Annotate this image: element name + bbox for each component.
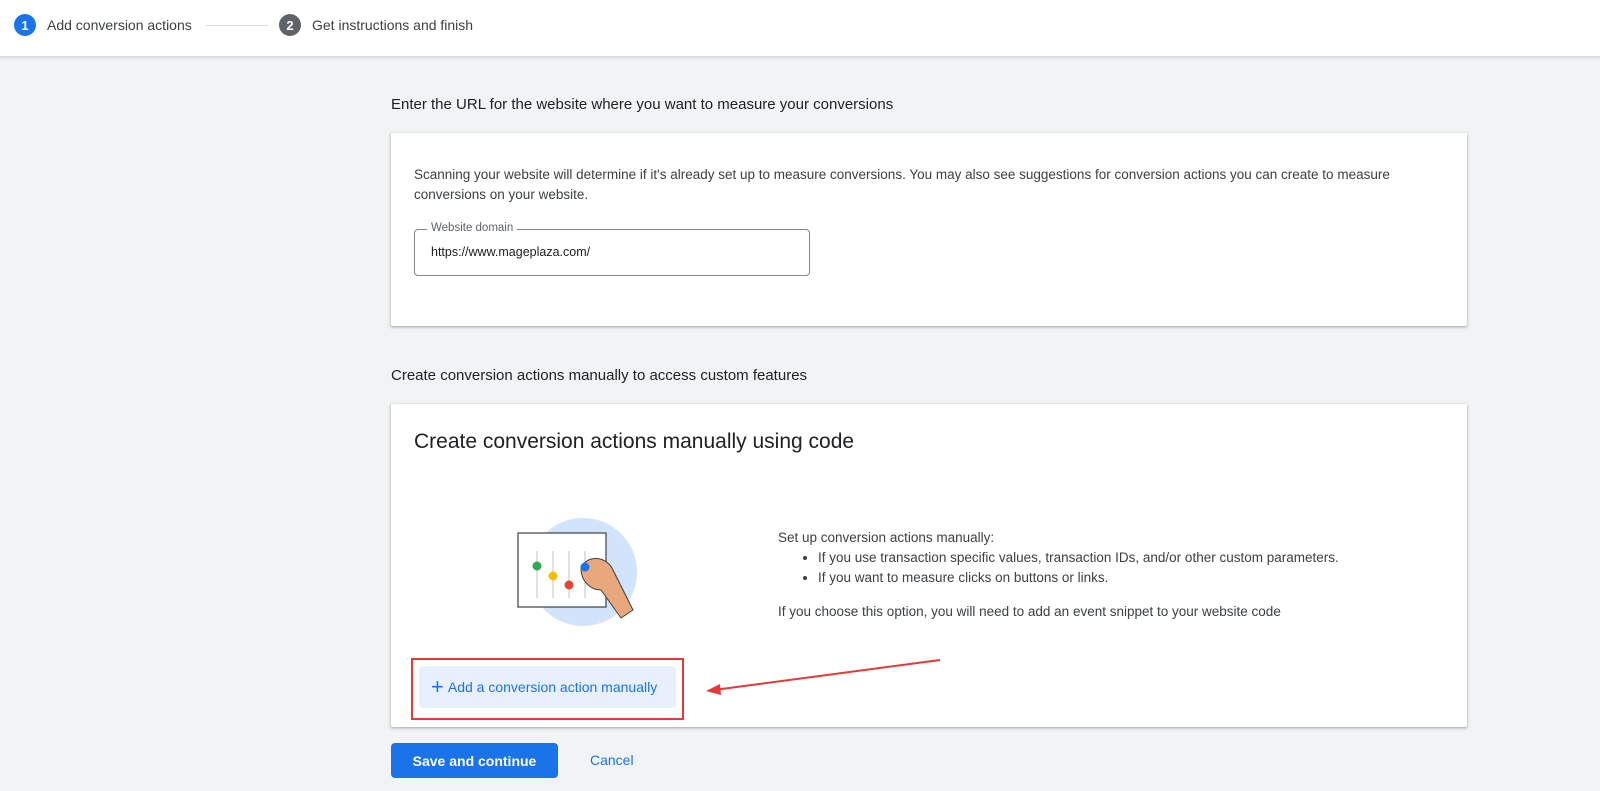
manual-bullet: If you use transaction specific values, … [818, 548, 1339, 568]
step-connector [206, 25, 268, 26]
website-domain-input[interactable] [431, 245, 791, 259]
cancel-button[interactable]: Cancel [590, 752, 634, 768]
add-conversion-action-label: Add a conversion action manually [447, 679, 658, 695]
manual-bullet: If you want to measure clicks on buttons… [818, 568, 1339, 588]
manual-note: If you choose this option, you will need… [778, 604, 1281, 619]
add-button-highlight: + Add a conversion action manually [411, 658, 684, 720]
url-section-title: Enter the URL for the website where you … [391, 96, 894, 113]
stepper-header: 1 Add conversion actions 2 Get instructi… [0, 0, 1600, 57]
step-number-2: 2 [279, 14, 301, 36]
manual-info: Set up conversion actions manually: If y… [778, 528, 1339, 622]
step-number-1: 1 [14, 14, 36, 36]
website-url-card: Scanning your website will determine if … [391, 133, 1467, 326]
annotation-arrow-icon [706, 659, 941, 695]
website-domain-field[interactable]: Website domain [414, 222, 810, 276]
step-label-2: Get instructions and finish [312, 17, 474, 33]
save-and-continue-button[interactable]: Save and continue [391, 743, 558, 778]
manual-card-title: Create conversion actions manually using… [414, 430, 855, 453]
step-label-1: Add conversion actions [47, 17, 192, 33]
website-domain-label: Website domain [427, 222, 518, 234]
sliders-hand-illustration [517, 518, 637, 626]
step-add-conversion-actions[interactable]: 1 Add conversion actions [14, 14, 192, 36]
manual-section-title: Create conversion actions manually to ac… [391, 367, 808, 384]
manual-bullet-list: If you use transaction specific values, … [818, 548, 1339, 588]
step-get-instructions[interactable]: 2 Get instructions and finish [279, 14, 473, 36]
add-conversion-action-button[interactable]: + Add a conversion action manually [419, 666, 676, 708]
plus-icon: + [431, 674, 444, 699]
scan-description: Scanning your website will determine if … [414, 167, 1390, 202]
manual-intro: Set up conversion actions manually: [778, 530, 995, 545]
